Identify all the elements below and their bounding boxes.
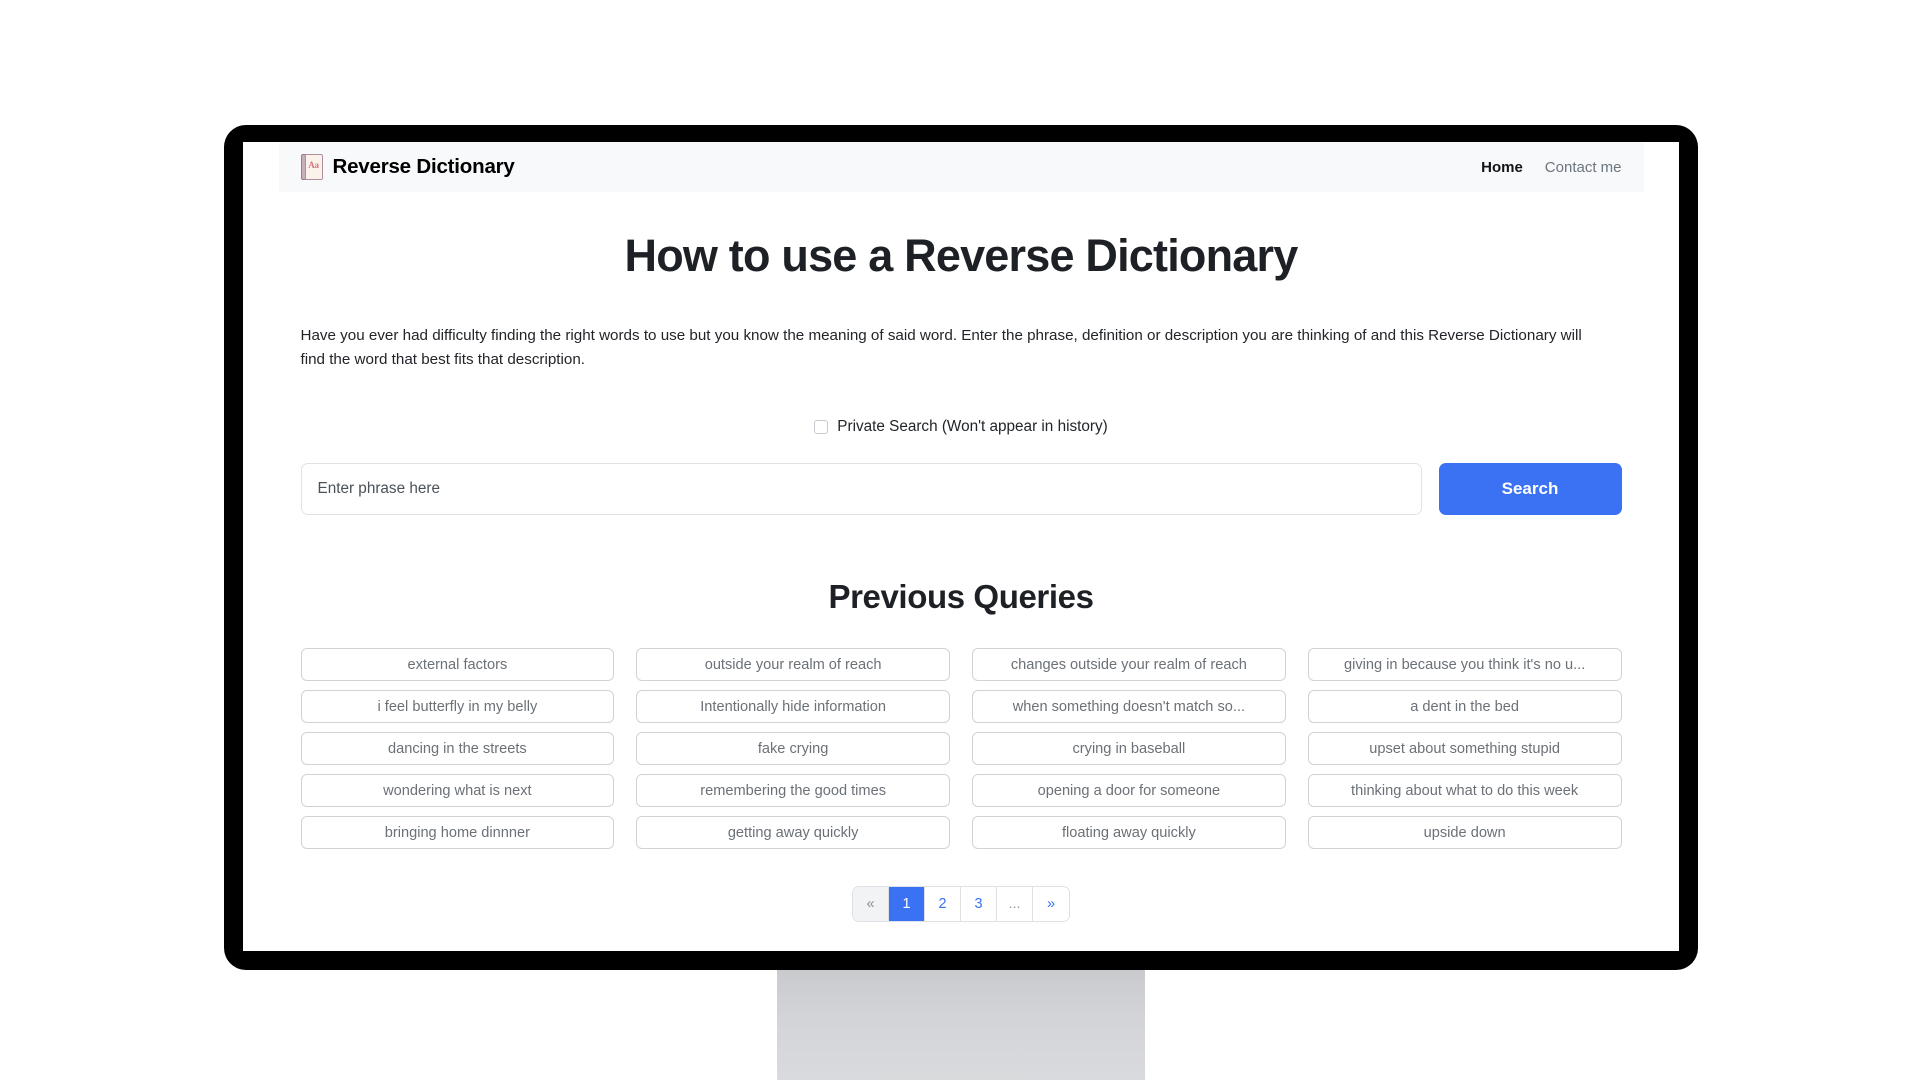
previous-query-chip[interactable]: outside your realm of reach: [636, 648, 950, 682]
brand[interactable]: Aa Reverse Dictionary: [300, 154, 515, 180]
previous-query-chip[interactable]: i feel butterfly in my belly: [300, 690, 615, 724]
main-content: How to use a Reverse Dictionary Have you…: [279, 230, 1644, 922]
previous-query-chip[interactable]: fake crying: [636, 732, 950, 766]
previous-query-chip[interactable]: floating away quickly: [972, 816, 1286, 850]
previous-query-chip[interactable]: external factors: [300, 648, 615, 682]
nav-links: Home Contact me: [1481, 159, 1621, 176]
pagination-page-2[interactable]: 2: [925, 887, 961, 922]
previous-query-chip[interactable]: upside down: [1307, 816, 1622, 850]
pagination-list: «1 2 3...»: [853, 887, 1069, 922]
nav-link-home[interactable]: Home: [1481, 159, 1523, 176]
private-search-row: Private Search (Won't appear in history): [301, 418, 1622, 436]
pagination: «1 2 3...»: [301, 887, 1622, 922]
monitor-bezel: Aa Reverse Dictionary Home Contact me Ho…: [224, 125, 1698, 970]
pagination-page-1[interactable]: 1: [889, 887, 925, 922]
book-icon-label: Aa: [308, 160, 319, 170]
previous-query-chip[interactable]: wondering what is next: [300, 774, 615, 808]
pagination-ellipsis: ...: [997, 887, 1033, 922]
previous-query-chip[interactable]: bringing home dinnner: [300, 816, 615, 850]
previous-query-chip[interactable]: giving in because you think it's no u...: [1307, 648, 1622, 682]
previous-query-chip[interactable]: remembering the good times: [636, 774, 950, 808]
search-input[interactable]: [300, 463, 1422, 516]
previous-query-chip[interactable]: upset about something stupid: [1307, 732, 1622, 766]
search-button[interactable]: Search: [1438, 463, 1622, 516]
intro-paragraph: Have you ever had difficulty finding the…: [300, 327, 1582, 368]
book-aa-icon: Aa: [300, 154, 323, 180]
pagination-next[interactable]: »: [1033, 887, 1069, 922]
brand-label: Reverse Dictionary: [332, 155, 515, 178]
nav-link-contact-me[interactable]: Contact me: [1545, 159, 1622, 176]
pagination-page-3[interactable]: 3: [961, 887, 997, 922]
page-title: How to use a Reverse Dictionary: [624, 230, 1299, 281]
previous-query-chip[interactable]: crying in baseball: [972, 732, 1286, 766]
previous-query-chip[interactable]: when something doesn't match so...: [972, 690, 1286, 724]
search-row: Search: [300, 463, 1622, 516]
previous-query-chip[interactable]: getting away quickly: [636, 816, 950, 850]
navbar: Aa Reverse Dictionary Home Contact me: [278, 142, 1644, 192]
private-search-checkbox[interactable]: [814, 420, 829, 435]
previous-queries-grid: external factors outside your realm of re…: [300, 648, 1622, 850]
screenshot-scene: Aa Reverse Dictionary Home Contact me Ho…: [0, 0, 1920, 1080]
previous-query-chip[interactable]: Intentionally hide information: [636, 690, 950, 724]
previous-query-chip[interactable]: thinking about what to do this week: [1307, 774, 1622, 808]
monitor-stand: [777, 968, 1145, 1080]
pagination-prev: «: [853, 887, 889, 922]
private-search-label: Private Search (Won't appear in history): [837, 418, 1108, 436]
previous-query-chip[interactable]: dancing in the streets: [300, 732, 615, 766]
previous-queries-title: Previous Queries: [828, 578, 1094, 616]
monitor-screen: Aa Reverse Dictionary Home Contact me Ho…: [243, 142, 1679, 951]
browser-page: Aa Reverse Dictionary Home Contact me Ho…: [243, 142, 1679, 951]
previous-query-chip[interactable]: opening a door for someone: [972, 774, 1286, 808]
previous-query-chip[interactable]: changes outside your realm of reach: [972, 648, 1286, 682]
previous-query-chip[interactable]: a dent in the bed: [1307, 690, 1622, 724]
